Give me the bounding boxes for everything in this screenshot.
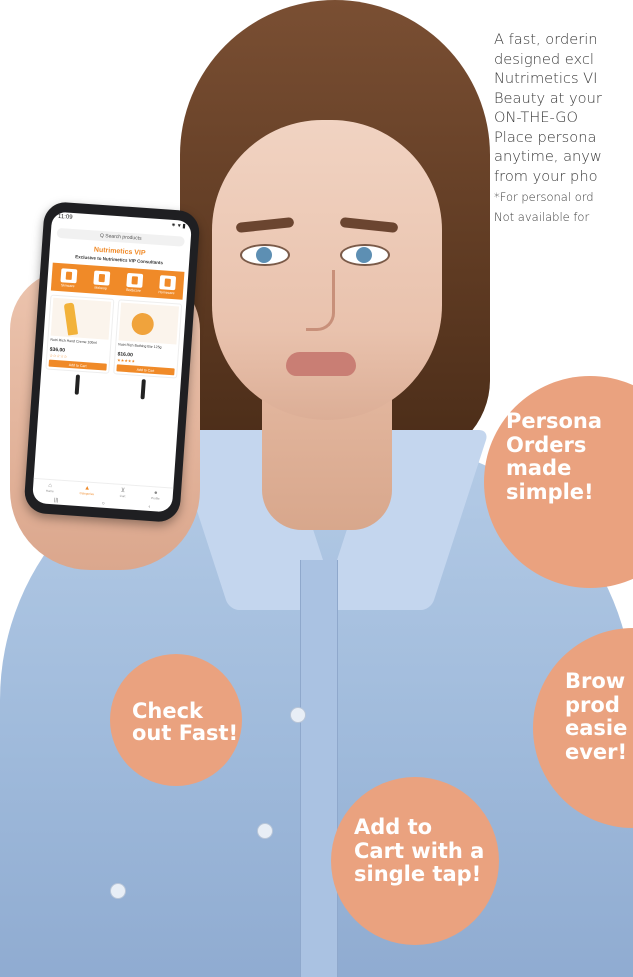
nav-label: Home bbox=[45, 488, 54, 494]
bubble-text: Brow prod easie ever! bbox=[565, 669, 628, 764]
back-button[interactable]: ‹ bbox=[148, 504, 150, 510]
bubble-add-to-cart: Add to Cart with a single tap! bbox=[331, 777, 499, 945]
bubble-line: Orders bbox=[506, 432, 587, 457]
copy-line: Beauty at your bbox=[494, 89, 602, 107]
bubble-line: made bbox=[506, 456, 572, 481]
bubble-line: prod bbox=[565, 692, 620, 717]
nav-label: Cart bbox=[119, 493, 126, 499]
product-card[interactable]: Nutri Rich Hand Creme 100ml $36.00 ☆☆☆☆☆… bbox=[45, 294, 115, 374]
bubble-line: ever! bbox=[565, 739, 628, 764]
left-eye bbox=[240, 244, 290, 266]
left-iris bbox=[256, 247, 272, 263]
category-skincare[interactable]: Skincare bbox=[55, 267, 82, 288]
nav-profile[interactable]: ● Profile bbox=[151, 490, 160, 501]
nav-home[interactable]: ⌂ Home bbox=[45, 483, 55, 494]
bodycare-icon bbox=[125, 272, 143, 288]
nav-cart[interactable]: ⊻ Cart bbox=[120, 488, 126, 498]
product-image bbox=[118, 302, 180, 345]
makeup-brush-icon bbox=[140, 379, 146, 400]
category-makeup[interactable]: Makeup bbox=[88, 270, 115, 291]
bubble-line: out Fast! bbox=[132, 721, 239, 746]
product-card[interactable]: Nutri Rich Bathing Bar 125g $16.00 ★★★★★… bbox=[113, 299, 183, 379]
category-bodycare[interactable]: Bodycare bbox=[120, 272, 147, 293]
recents-button[interactable]: ||| bbox=[54, 497, 58, 503]
bubble-line: Add to bbox=[354, 815, 433, 839]
category-label: Skincare bbox=[60, 282, 75, 288]
bubble-text: Check out Fast! bbox=[132, 700, 238, 744]
bubble-line: single tap! bbox=[354, 862, 482, 887]
copy-line: designed excl bbox=[494, 50, 594, 68]
makeup-icon bbox=[92, 270, 110, 286]
category-label: Makeup bbox=[94, 285, 108, 290]
shirt-button bbox=[257, 823, 273, 839]
category-label: Homecare bbox=[158, 289, 175, 295]
shirt-button bbox=[290, 707, 306, 723]
category-homecare[interactable]: Homecare bbox=[153, 274, 180, 295]
footnote: *For personal ord bbox=[494, 190, 594, 204]
category-label: Bodycare bbox=[126, 287, 142, 293]
bubble-check-out-fast: Check out Fast! bbox=[110, 654, 242, 786]
soap-bar-icon bbox=[130, 312, 155, 336]
bubble-line: Brow bbox=[565, 669, 626, 693]
copy-line: A fast, orderin bbox=[494, 31, 598, 48]
home-button[interactable]: ○ bbox=[101, 501, 104, 507]
copy-line: Nutrimetics VI bbox=[494, 70, 598, 87]
phone-screen: 11:09 ⁕ ▾ ▮ Q Search products Nutrimetic… bbox=[31, 211, 193, 513]
cream-tube-icon bbox=[63, 302, 79, 336]
copy-line: anytime, anyw bbox=[494, 148, 602, 165]
bubble-line: simple! bbox=[506, 479, 594, 504]
footnote: Not available for bbox=[494, 210, 590, 224]
status-icons: ⁕ ▾ ▮ bbox=[170, 222, 186, 230]
shirt-placket bbox=[300, 560, 338, 977]
smartphone: 11:09 ⁕ ▾ ▮ Q Search products Nutrimetic… bbox=[23, 200, 201, 524]
copy-line: ON-THE-GO bbox=[494, 109, 579, 126]
category-bar: Skincare Makeup Bodycare Homecare bbox=[50, 262, 185, 300]
nose bbox=[306, 270, 335, 331]
copy-line: from your pho bbox=[494, 167, 598, 185]
hero-image: 11:09 ⁕ ▾ ▮ Q Search products Nutrimetic… bbox=[0, 0, 633, 977]
bubble-line: Check bbox=[132, 699, 204, 723]
nav-label: Profile bbox=[151, 496, 160, 501]
bubble-text: Persona Orders made simple! bbox=[506, 409, 603, 504]
add-to-cart-button[interactable]: Add to Cart bbox=[116, 364, 175, 376]
bubble-text: Add to Cart with a single tap! bbox=[354, 815, 485, 887]
nav-categories[interactable]: ▲ Categories bbox=[79, 485, 94, 496]
right-iris bbox=[356, 247, 372, 263]
search-placeholder: Q Search products bbox=[99, 232, 142, 242]
status-time: 11:09 bbox=[57, 213, 73, 221]
product-grid: Nutri Rich Hand Creme 100ml $36.00 ☆☆☆☆☆… bbox=[45, 294, 183, 379]
nav-label: Categories bbox=[79, 491, 95, 497]
homecare-icon bbox=[158, 274, 176, 290]
bubble-line: Persona bbox=[506, 409, 603, 433]
bubble-line: easie bbox=[565, 716, 628, 741]
lips bbox=[286, 352, 356, 376]
shirt-button bbox=[110, 883, 126, 899]
skincare-icon bbox=[59, 267, 77, 283]
product-image bbox=[50, 297, 112, 340]
right-eye bbox=[340, 244, 390, 266]
copy-line: Place persona bbox=[494, 128, 597, 146]
makeup-brush-icon bbox=[74, 374, 81, 395]
intro-copy: A fast, orderin designed excl Nutrimetic… bbox=[494, 30, 633, 227]
add-to-cart-button[interactable]: Add to Cart bbox=[48, 359, 107, 371]
bubble-line: Cart with a bbox=[354, 838, 485, 863]
